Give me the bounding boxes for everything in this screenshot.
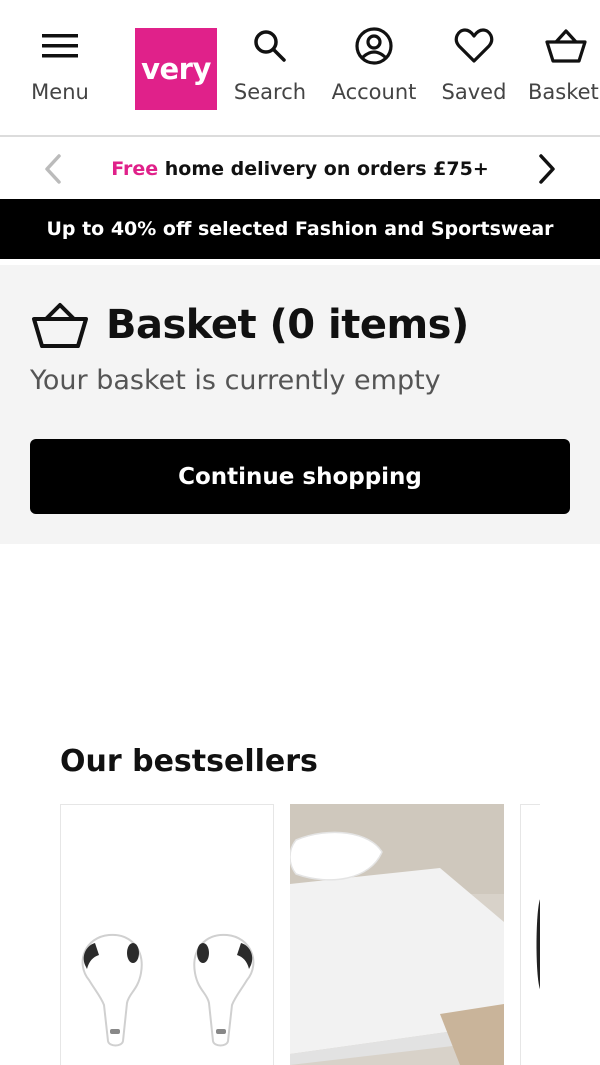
chevron-right-icon xyxy=(539,154,555,184)
site-header: Menu very Search Account Saved Basket xyxy=(0,0,600,137)
partial-product-image xyxy=(536,899,540,989)
earbuds-image xyxy=(81,933,255,1047)
very-logo[interactable]: very xyxy=(135,28,217,110)
basket-label: Basket xyxy=(528,80,599,104)
bestsellers-title: Our bestsellers xyxy=(60,744,318,779)
promo-banner[interactable]: Up to 40% off selected Fashion and Sport… xyxy=(0,199,600,259)
hamburger-icon xyxy=(42,22,78,70)
basket-heading: Basket (0 items) xyxy=(30,301,469,349)
search-label: Search xyxy=(233,80,307,104)
product-card[interactable] xyxy=(290,804,504,1065)
basket-button[interactable]: Basket xyxy=(528,22,600,112)
delivery-banner: Free home delivery on orders £75+ xyxy=(0,139,600,199)
search-icon xyxy=(252,22,288,70)
delivery-text: Free home delivery on orders £75+ xyxy=(111,158,489,180)
chevron-left-icon xyxy=(45,154,61,184)
menu-label: Menu xyxy=(31,80,89,104)
delivery-rest-text: home delivery on orders £75+ xyxy=(158,158,489,180)
account-icon xyxy=(354,22,394,70)
empty-basket-message: Your basket is currently empty xyxy=(30,365,441,396)
menu-button[interactable]: Menu xyxy=(24,22,96,112)
saved-button[interactable]: Saved xyxy=(438,22,510,112)
heart-icon xyxy=(454,22,494,70)
basket-heading-icon xyxy=(32,303,88,348)
basket-icon xyxy=(528,22,600,70)
basket-title: Basket (0 items) xyxy=(106,302,469,348)
bedding-image xyxy=(290,804,504,1065)
continue-shopping-button[interactable]: Continue shopping xyxy=(30,439,570,514)
search-button[interactable]: Search xyxy=(228,22,312,112)
delivery-free-text: Free xyxy=(111,158,159,180)
basket-panel: Basket (0 items) Your basket is currentl… xyxy=(0,265,600,544)
account-button[interactable]: Account xyxy=(328,22,420,112)
account-label: Account xyxy=(331,80,417,104)
promo-text: Up to 40% off selected Fashion and Sport… xyxy=(46,218,554,240)
banner-next-button[interactable] xyxy=(532,151,562,187)
banner-prev-button[interactable] xyxy=(38,151,68,187)
saved-label: Saved xyxy=(441,80,507,104)
product-card[interactable] xyxy=(520,804,540,1065)
product-card[interactable] xyxy=(60,804,274,1065)
